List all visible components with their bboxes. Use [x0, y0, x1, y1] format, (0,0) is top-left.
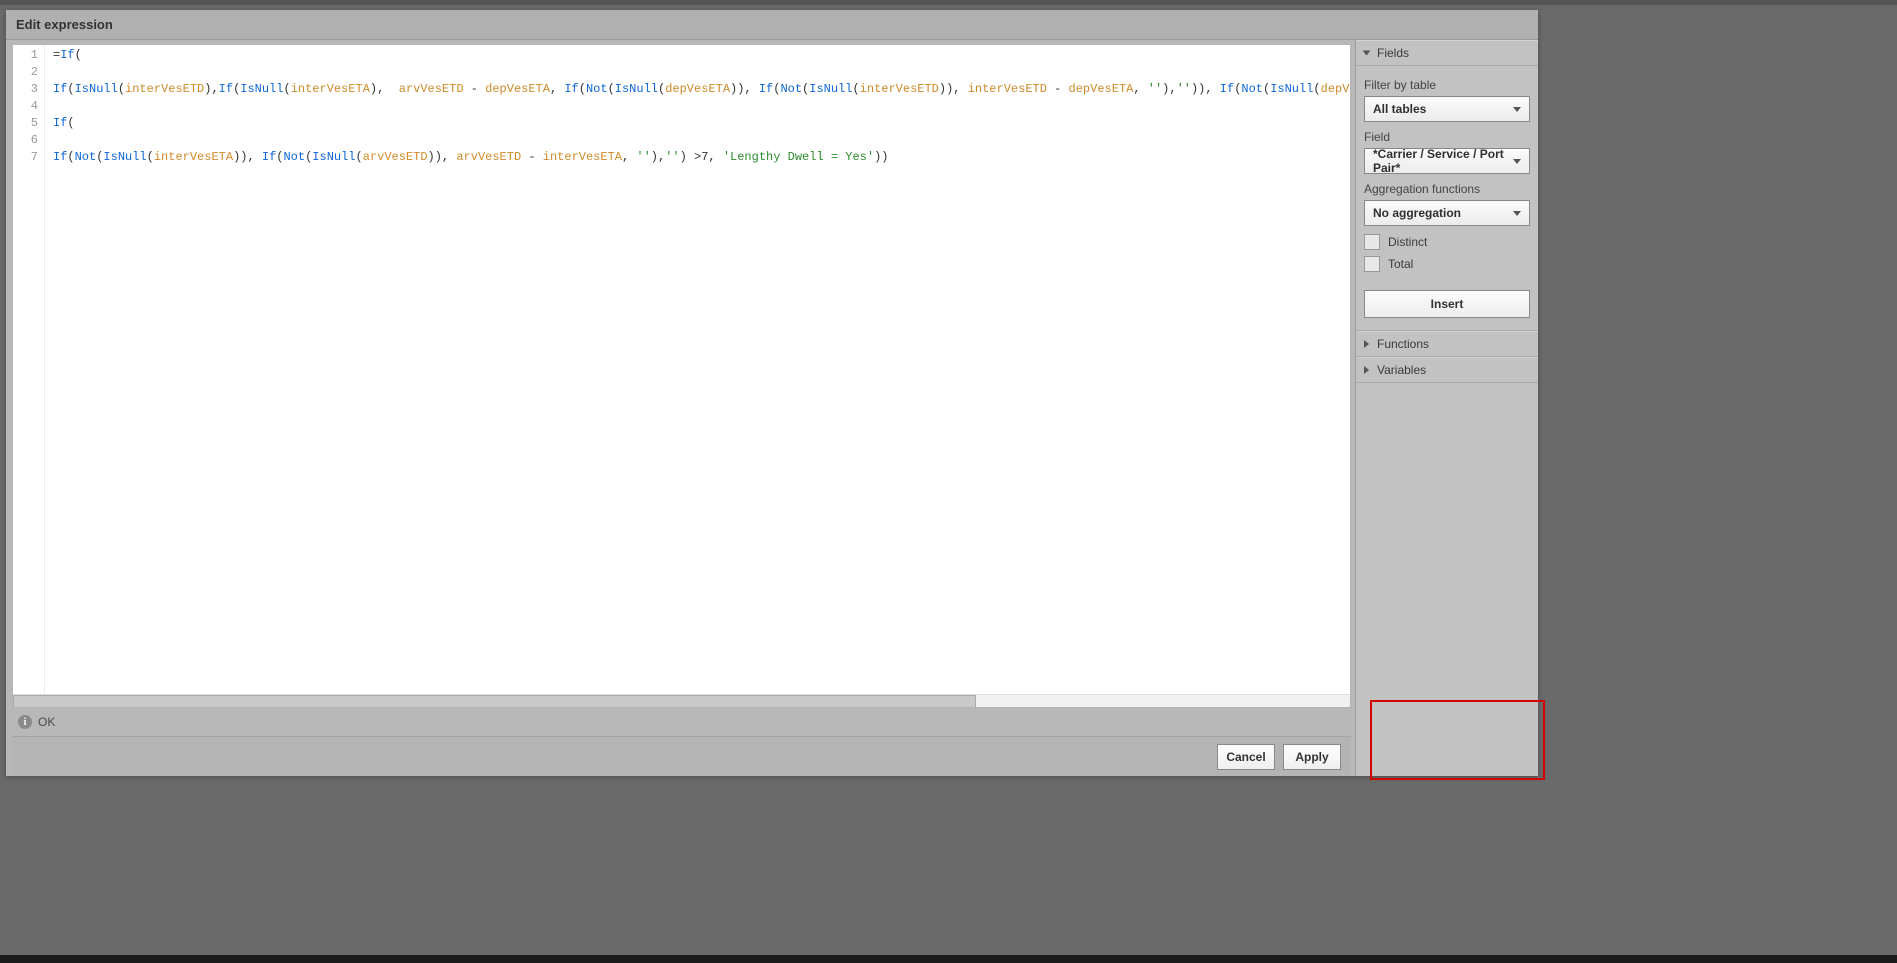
- caret-right-icon: [1364, 340, 1369, 348]
- distinct-label: Distinct: [1388, 235, 1427, 249]
- total-label: Total: [1388, 257, 1413, 271]
- editor-hscroll-thumb[interactable]: [13, 695, 976, 708]
- editor-status-row: i OK: [12, 708, 1351, 736]
- field-select-value: *Carrier / Service / Port Pair*: [1373, 147, 1509, 175]
- os-taskbar-sliver: [0, 955, 1897, 963]
- dialog-body: 1234567 =If( If(IsNull(interVesETD),If(I…: [6, 40, 1538, 776]
- aggregation-label: Aggregation functions: [1364, 182, 1530, 196]
- field-select[interactable]: *Carrier / Service / Port Pair*: [1364, 148, 1530, 174]
- filter-by-table-label: Filter by table: [1364, 78, 1530, 92]
- dialog-title: Edit expression: [6, 10, 1538, 40]
- caret-right-icon: [1364, 366, 1369, 374]
- caret-down-icon: [1363, 51, 1371, 56]
- total-row[interactable]: Total: [1364, 256, 1530, 272]
- insert-button[interactable]: Insert: [1364, 290, 1530, 318]
- distinct-checkbox[interactable]: [1364, 234, 1380, 250]
- editor-line-gutter: 1234567: [13, 45, 45, 707]
- side-panel: Fields Filter by table All tables Field …: [1355, 40, 1538, 776]
- edit-expression-dialog: Edit expression 1234567 =If( If(IsNull(i…: [6, 10, 1538, 776]
- expression-editor[interactable]: 1234567 =If( If(IsNull(interVesETD),If(I…: [12, 44, 1351, 708]
- accordion-functions-label: Functions: [1377, 337, 1429, 351]
- distinct-row[interactable]: Distinct: [1364, 234, 1530, 250]
- filter-by-table-value: All tables: [1373, 102, 1426, 116]
- total-checkbox[interactable]: [1364, 256, 1380, 272]
- dialog-button-row: Cancel Apply: [12, 736, 1351, 776]
- cancel-button[interactable]: Cancel: [1217, 744, 1275, 770]
- apply-button[interactable]: Apply: [1283, 744, 1341, 770]
- accordion-fields[interactable]: Fields: [1356, 40, 1538, 66]
- info-icon: i: [18, 715, 32, 729]
- accordion-variables[interactable]: Variables: [1356, 357, 1538, 383]
- editor-hscrollbar[interactable]: [13, 694, 1350, 708]
- accordion-variables-label: Variables: [1377, 363, 1426, 377]
- filter-by-table-select[interactable]: All tables: [1364, 96, 1530, 122]
- accordion-fields-label: Fields: [1377, 46, 1409, 60]
- aggregation-select[interactable]: No aggregation: [1364, 200, 1530, 226]
- accordion-functions[interactable]: Functions: [1356, 331, 1538, 357]
- fields-section: Filter by table All tables Field *Carrie…: [1356, 66, 1538, 331]
- app-topbar-dimmed: [0, 0, 1897, 5]
- editor-code-area[interactable]: =If( If(IsNull(interVesETD),If(IsNull(in…: [45, 45, 1350, 707]
- side-panel-spacer: [1356, 383, 1538, 776]
- field-label: Field: [1364, 130, 1530, 144]
- editor-status-text: OK: [38, 715, 55, 729]
- aggregation-select-value: No aggregation: [1373, 206, 1461, 220]
- editor-column: 1234567 =If( If(IsNull(interVesETD),If(I…: [6, 40, 1355, 776]
